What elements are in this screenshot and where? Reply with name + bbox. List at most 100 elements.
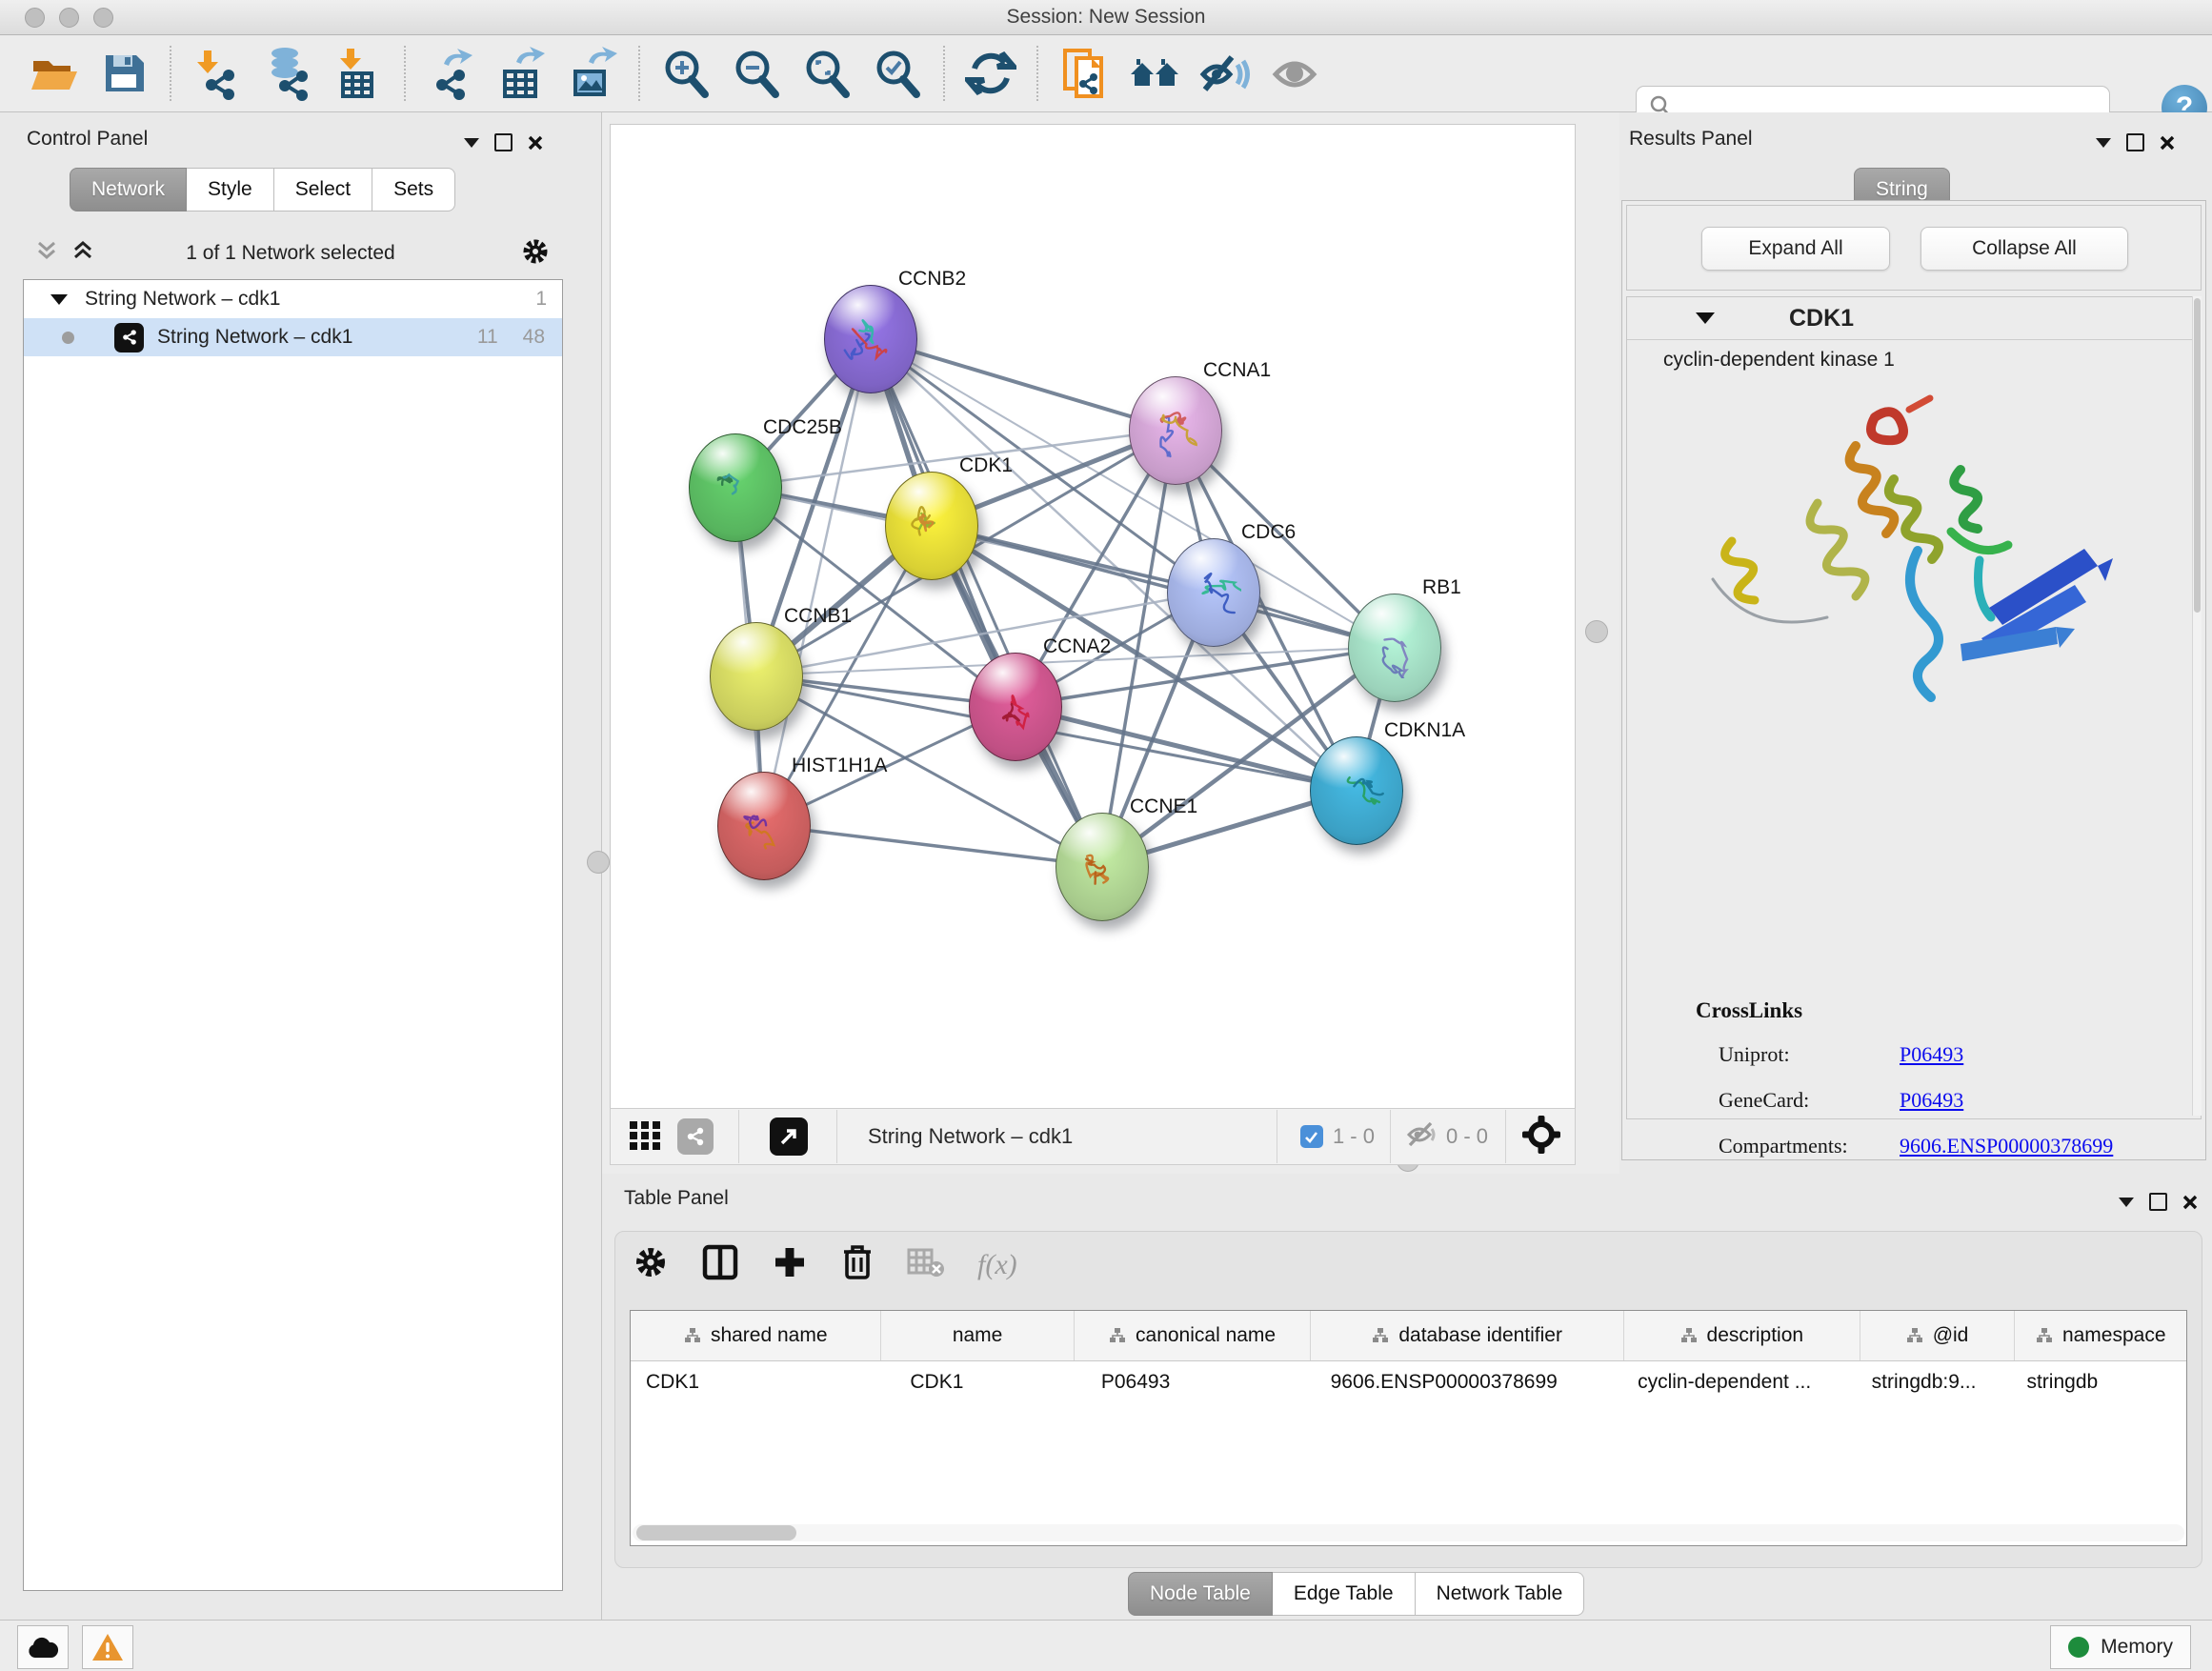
results-scrollbar[interactable] <box>2192 296 2202 1116</box>
close-panel-icon[interactable] <box>2160 135 2175 151</box>
network-node-ccnb2[interactable] <box>824 285 917 393</box>
delete-column-trash-icon[interactable] <box>840 1243 875 1286</box>
save-session-icon[interactable] <box>95 45 152 102</box>
import-network-database-icon[interactable] <box>259 45 316 102</box>
tab-network[interactable]: Network <box>70 168 187 211</box>
column-header[interactable]: description <box>1624 1311 1860 1360</box>
tab-node-table[interactable]: Node Table <box>1128 1572 1273 1616</box>
network-node-ccne1[interactable] <box>1056 813 1149 921</box>
export-image-icon[interactable] <box>564 45 621 102</box>
network-node-hist1h1a[interactable] <box>717 772 811 880</box>
maximize-panel-icon[interactable] <box>494 133 513 151</box>
table-horizontal-scrollbar[interactable] <box>633 1524 2184 1541</box>
collapse-all-button[interactable]: Collapse All <box>1920 227 2128 271</box>
crosslink-value-link[interactable]: 9606.ENSP00000378699 <box>1900 1134 2113 1158</box>
network-collection-row[interactable]: String Network – cdk1 1 <box>24 280 562 318</box>
table-toolbar: f(x) <box>633 1243 1017 1286</box>
birds-eye-crosshair-icon[interactable] <box>1521 1115 1561 1159</box>
collapse-all-networks-icon[interactable] <box>34 238 59 268</box>
column-header[interactable]: namespace <box>2015 1311 2186 1360</box>
expand-all-button[interactable]: Expand All <box>1701 227 1890 271</box>
network-edge[interactable] <box>870 338 1101 866</box>
memory-button[interactable]: Memory <box>2050 1625 2191 1669</box>
protein-thumbnail <box>708 459 763 518</box>
gene-section-header[interactable]: CDK1 <box>1627 297 2201 340</box>
status-bar: Memory <box>0 1620 2212 1671</box>
toolbar-separator <box>943 46 947 101</box>
tab-network-table[interactable]: Network Table <box>1416 1572 1585 1616</box>
tab-select[interactable]: Select <box>274 168 372 211</box>
maximize-panel-icon[interactable] <box>2149 1193 2167 1211</box>
network-item-row[interactable]: String Network – cdk1 11 48 <box>24 318 562 356</box>
tab-style[interactable]: Style <box>187 168 274 211</box>
column-header[interactable]: @id <box>1860 1311 2016 1360</box>
add-column-icon[interactable] <box>772 1244 808 1285</box>
view-grid-icon[interactable] <box>628 1117 662 1157</box>
column-header[interactable]: database identifier <box>1311 1311 1624 1360</box>
hide-selected-icon[interactable] <box>1196 45 1254 102</box>
table-row[interactable]: CDK1 CDK1 P06493 9606.ENSP00000378699 cy… <box>631 1361 2186 1403</box>
open-session-icon[interactable] <box>25 45 82 102</box>
crosslink-value-link[interactable]: P06493 <box>1900 1088 1963 1113</box>
gene-description: cyclin-dependent kinase 1 <box>1663 349 1895 372</box>
column-header[interactable]: shared name <box>631 1311 881 1360</box>
tab-sets[interactable]: Sets <box>372 168 455 211</box>
network-node-cdkn1a[interactable] <box>1310 736 1403 845</box>
node-label-cdkn1a: CDKN1A <box>1384 719 1465 742</box>
clone-network-icon[interactable] <box>1056 45 1113 102</box>
protein-thumbnail <box>1329 762 1384 821</box>
tab-edge-table[interactable]: Edge Table <box>1273 1572 1416 1616</box>
zoom-fit-icon[interactable] <box>798 45 855 102</box>
gene-section: CDK1 cyclin-dependent kinase 1 <box>1626 296 2202 1119</box>
network-edge[interactable] <box>931 525 1394 647</box>
network-node-cdc25b[interactable] <box>689 433 782 542</box>
close-panel-icon[interactable] <box>2182 1195 2198 1210</box>
import-table-file-icon[interactable] <box>330 45 387 102</box>
network-node-cdc6[interactable] <box>1167 538 1260 647</box>
network-node-ccnb1[interactable] <box>710 622 803 731</box>
warnings-button[interactable] <box>82 1625 133 1669</box>
main-toolbar: ? <box>0 35 2212 112</box>
network-edge[interactable] <box>763 825 1101 866</box>
crosslink-value-link[interactable]: P06493 <box>1900 1042 1963 1067</box>
refresh-icon[interactable] <box>962 45 1019 102</box>
zoom-out-icon[interactable] <box>728 45 785 102</box>
network-canvas[interactable]: CCNB2CCNA1CDC25BCDK1CDC6RB1CCNB1CCNA2CDK… <box>610 124 1576 1110</box>
application-window: Session: New Session <box>0 0 2212 1671</box>
detach-view-icon[interactable] <box>770 1117 808 1156</box>
expand-all-networks-icon[interactable] <box>70 238 95 268</box>
close-panel-icon[interactable] <box>528 135 543 151</box>
section-collapse-icon[interactable] <box>1696 312 1715 324</box>
protein-thumbnail <box>843 311 898 370</box>
network-node-cdk1[interactable] <box>885 472 978 580</box>
import-network-file-icon[interactable] <box>189 45 246 102</box>
cloud-button[interactable] <box>17 1625 69 1669</box>
crosslink-row: GeneCard: P06493 <box>1719 1088 2176 1113</box>
column-header[interactable]: name <box>881 1311 1074 1360</box>
network-options-gear-icon[interactable] <box>520 236 551 272</box>
show-columns-icon[interactable] <box>701 1243 739 1286</box>
float-panel-icon[interactable] <box>464 138 479 148</box>
crosslink-label: GeneCard: <box>1719 1088 1900 1113</box>
network-node-rb1[interactable] <box>1348 594 1441 702</box>
export-table-icon[interactable] <box>493 45 551 102</box>
view-network-type-icon[interactable] <box>677 1118 714 1155</box>
string-home-icon[interactable] <box>1126 45 1183 102</box>
network-node-ccna1[interactable] <box>1129 376 1222 485</box>
selected-checkbox-icon[interactable] <box>1300 1125 1323 1148</box>
table-settings-gear-icon[interactable] <box>633 1244 669 1285</box>
node-label-cdk1: CDK1 <box>959 454 1013 477</box>
network-node-ccna2[interactable] <box>969 653 1062 761</box>
export-network-icon[interactable] <box>423 45 480 102</box>
zoom-in-icon[interactable] <box>657 45 714 102</box>
node-label-ccne1: CCNE1 <box>1130 795 1197 818</box>
crosslink-row: Uniprot: P06493 <box>1719 1042 2176 1067</box>
float-panel-icon[interactable] <box>2096 138 2111 148</box>
zoom-selected-icon[interactable] <box>869 45 926 102</box>
float-panel-icon[interactable] <box>2119 1198 2134 1207</box>
collection-expand-icon[interactable] <box>50 294 68 305</box>
right-splitter-handle[interactable] <box>1585 620 1608 643</box>
maximize-panel-icon[interactable] <box>2126 133 2144 151</box>
show-all-icon[interactable] <box>1267 45 1324 102</box>
column-header[interactable]: canonical name <box>1075 1311 1312 1360</box>
